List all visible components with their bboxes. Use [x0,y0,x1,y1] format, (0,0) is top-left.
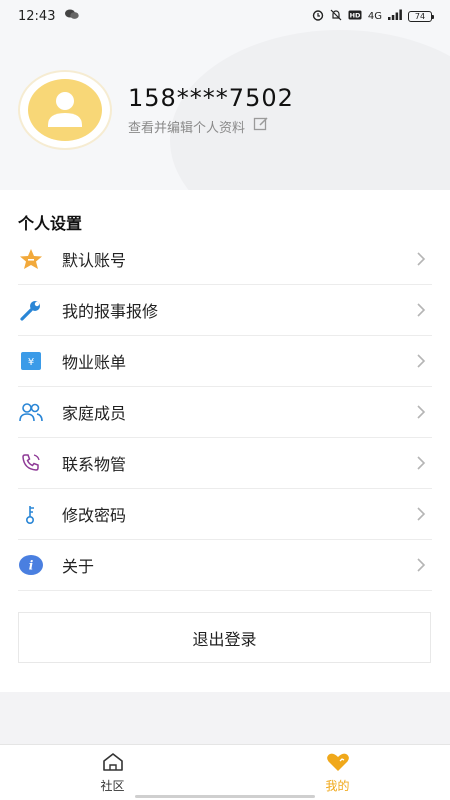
wechat-icon [65,9,80,24]
settings-item-label: 联系物管 [62,455,127,474]
settings-item-label: 关于 [62,557,95,576]
wrench-icon [18,297,44,323]
hd-icon: HD [348,10,362,23]
chevron-right-icon [414,252,428,266]
settings-item-label: 修改密码 [62,506,127,525]
settings-item-repair-reports[interactable]: 我的报事报修 [18,285,432,336]
info-icon: i [18,552,44,578]
home-icon [102,752,124,775]
battery-level: 74 [414,11,426,21]
section-title: 个人设置 [18,214,83,233]
status-bar: 12:43 HD 4G 74 [0,0,450,32]
mute-icon [330,9,342,24]
tab-mine[interactable]: 我的 [225,745,450,800]
network-type: 4G [367,10,382,22]
chevron-right-icon [414,405,428,419]
home-indicator[interactable] [135,795,315,798]
heart-icon [326,752,350,775]
chevron-right-icon [414,507,428,521]
svg-text:HD: HD [349,11,360,19]
chevron-right-icon [414,558,428,572]
family-icon [18,399,44,425]
bottom-nav: 社区 我的 [0,744,450,800]
settings-item-property-bill[interactable]: ¥ 物业账单 [18,336,432,387]
svg-text:¥: ¥ [28,357,34,368]
settings-item-label: 家庭成员 [62,404,127,423]
chevron-right-icon [414,354,428,368]
key-icon [18,501,44,527]
svg-text:i: i [29,559,34,573]
settings-item-label: 物业账单 [62,353,127,372]
user-phone: 158****7502 [128,84,294,112]
edit-profile-link[interactable]: 查看并编辑个人资料 [128,116,269,136]
settings-item-change-password[interactable]: 修改密码 [18,489,432,540]
alarm-icon [312,9,324,24]
edit-profile-text: 查看并编辑个人资料 [128,120,246,136]
settings-item-about[interactable]: i 关于 [18,540,432,591]
avatar[interactable] [20,72,110,148]
logout-button[interactable]: 退出登录 [18,612,431,663]
settings-item-family-members[interactable]: 家庭成员 [18,387,432,438]
profile-page: 158****7502 查看并编辑个人资料 12:43 HD 4G 74 个人设… [0,0,450,800]
battery-icon: 74 [408,10,434,22]
phone-icon [18,450,44,476]
settings-card: 个人设置 默认账号 我的报事报修 ¥ 物业账单 家庭成员 联系物管 修改密码 i… [0,190,450,692]
edit-icon [253,116,269,136]
signal-icon [388,9,402,23]
chevron-right-icon [414,456,428,470]
settings-item-contact-management[interactable]: 联系物管 [18,438,432,489]
settings-item-label: 我的报事报修 [62,302,159,321]
chevron-right-icon [414,303,428,317]
avatar-placeholder-icon [28,79,102,141]
tab-label: 我的 [325,779,350,793]
settings-list: 默认账号 我的报事报修 ¥ 物业账单 家庭成员 联系物管 修改密码 i 关于 [18,234,432,591]
star-icon [18,246,44,272]
tab-community[interactable]: 社区 [0,745,225,800]
tab-label: 社区 [100,779,125,793]
settings-item-label: 默认账号 [62,251,127,270]
settings-item-default-account[interactable]: 默认账号 [18,234,432,285]
bill-icon: ¥ [18,348,44,374]
status-time: 12:43 [18,8,56,24]
